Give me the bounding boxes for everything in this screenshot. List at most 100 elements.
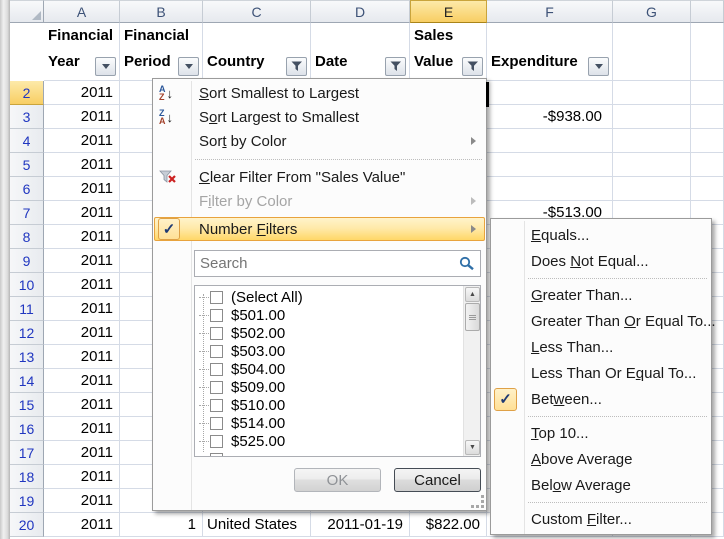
cell-B20[interactable]: 1 [120,513,203,537]
column-header-partial[interactable] [691,0,724,23]
menu-item-less-than[interactable]: Less Than... [531,334,613,360]
value-checkbox[interactable] [210,435,223,448]
cell-A5[interactable]: 2011 [44,153,120,177]
menu-item-above-average[interactable]: Above Average [531,446,632,472]
cell-A16[interactable]: 2011 [44,417,120,441]
value-checkbox[interactable] [210,327,223,340]
row-header-6[interactable]: 6 [10,177,44,201]
cell-A4[interactable]: 2011 [44,129,120,153]
filter-dropdown-button-b[interactable] [178,57,199,76]
header-cell-b[interactable]: FinancialPeriod [120,23,203,81]
header-cell-c[interactable]: Country [203,23,311,81]
row-header-4[interactable]: 4 [10,129,44,153]
cell-A12[interactable]: 2011 [44,321,120,345]
header-cell-a[interactable]: FinancialYear [44,23,120,81]
cell-A19[interactable]: 2011 [44,489,120,513]
cell-G3[interactable] [613,105,691,129]
filter-value-item[interactable]: $503.00 [195,342,462,360]
menu-item-filter-by-color[interactable]: Filter by Color [199,189,292,213]
row-header-13[interactable]: 13 [10,345,44,369]
filter-dropdown-button-c[interactable] [286,57,307,76]
search-input[interactable] [195,255,459,272]
cancel-button[interactable]: Cancel [394,468,481,492]
cell-F2[interactable] [487,81,613,105]
cell-A7[interactable]: 2011 [44,201,120,225]
filter-value-item[interactable]: $504.00 [195,360,462,378]
column-header-c[interactable]: C [203,0,311,23]
column-header-f[interactable]: F [487,0,613,23]
value-checkbox[interactable] [210,345,223,358]
menu-item-top-10[interactable]: Top 10... [531,420,589,446]
cell-A10[interactable]: 2011 [44,273,120,297]
filter-dropdown-button-a[interactable] [95,57,116,76]
scroll-down-button[interactable]: ▼ [465,440,480,455]
cell-E20[interactable]: $822.00 [410,513,487,537]
menu-item-number-filters[interactable]: Number Filters [199,217,297,241]
menu-item-equals[interactable]: Equals... [531,222,589,248]
cell-F6[interactable] [487,177,613,201]
scrollbar-thumb[interactable] [465,303,480,331]
cell-A20[interactable]: 2011 [44,513,120,537]
row-header-9[interactable]: 9 [10,249,44,273]
cell-G5[interactable] [613,153,691,177]
column-header-e[interactable]: E [410,0,487,23]
cell-G4[interactable] [613,129,691,153]
menu-item-custom-filter[interactable]: Custom Filter... [531,506,632,532]
value-checkbox[interactable] [210,399,223,412]
cell-A18[interactable]: 2011 [44,465,120,489]
row-header-8[interactable]: 8 [10,225,44,249]
header-cell-d[interactable]: Date [311,23,410,81]
cell-A2[interactable]: 2011 [44,81,120,105]
scroll-up-button[interactable]: ▲ [465,287,480,302]
row-header-20[interactable]: 20 [10,513,44,537]
cell-A8[interactable]: 2011 [44,225,120,249]
value-checkbox[interactable] [210,309,223,322]
row-header-3[interactable]: 3 [10,105,44,129]
menu-item-sort-largest-to-smallest[interactable]: Sort Largest to Smallest [199,105,359,129]
list-scrollbar[interactable]: ▲ ▼ [463,286,480,456]
row-header-7[interactable]: 7 [10,201,44,225]
menu-item-between[interactable]: Between... [531,386,602,412]
ok-button[interactable]: OK [294,468,381,492]
cell-C20[interactable]: United States [203,513,311,537]
header-cell-e[interactable]: SalesValue [410,23,487,81]
row-header-14[interactable]: 14 [10,369,44,393]
cell-F5[interactable] [487,153,613,177]
filter-value-item[interactable]: $502.00 [195,324,462,342]
menu-item-below-average[interactable]: Below Average [531,472,631,498]
row-header-2[interactable]: 2 [10,81,44,105]
row-header-19[interactable]: 19 [10,489,44,513]
cell-A17[interactable]: 2011 [44,441,120,465]
cell-F4[interactable] [487,129,613,153]
filter-value-item[interactable]: $509.00 [195,378,462,396]
cell-A3[interactable]: 2011 [44,105,120,129]
filter-value-item[interactable]: $501.00 [195,306,462,324]
row-header-10[interactable]: 10 [10,273,44,297]
row-header-17[interactable]: 17 [10,441,44,465]
cell-H2[interactable] [691,81,724,105]
menu-item-greater-than[interactable]: Greater Than... [531,282,632,308]
cell-H6[interactable] [691,177,724,201]
menu-item-greater-than-or-equal-to[interactable]: Greater Than Or Equal To... [531,308,716,334]
value-checkbox[interactable] [210,291,223,304]
filter-value-item-partial[interactable] [195,450,462,457]
cell-H4[interactable] [691,129,724,153]
cell-A6[interactable]: 2011 [44,177,120,201]
filter-value-item[interactable]: $510.00 [195,396,462,414]
resize-grip[interactable] [471,495,484,508]
row-header-11[interactable]: 11 [10,297,44,321]
cell-A13[interactable]: 2011 [44,345,120,369]
row-header-15[interactable]: 15 [10,393,44,417]
column-header-a[interactable]: A [44,0,120,23]
cell-A9[interactable]: 2011 [44,249,120,273]
filter-dropdown-button-d[interactable] [385,57,406,76]
column-header-g[interactable]: G [613,0,691,23]
value-checkbox[interactable] [210,453,223,458]
cell-A11[interactable]: 2011 [44,297,120,321]
value-checkbox[interactable] [210,381,223,394]
filter-dropdown-button-e[interactable] [462,57,483,76]
cell-D20[interactable]: 2011-01-19 [311,513,410,537]
value-checkbox[interactable] [210,363,223,376]
column-header-b[interactable]: B [120,0,203,23]
cell-H3[interactable] [691,105,724,129]
